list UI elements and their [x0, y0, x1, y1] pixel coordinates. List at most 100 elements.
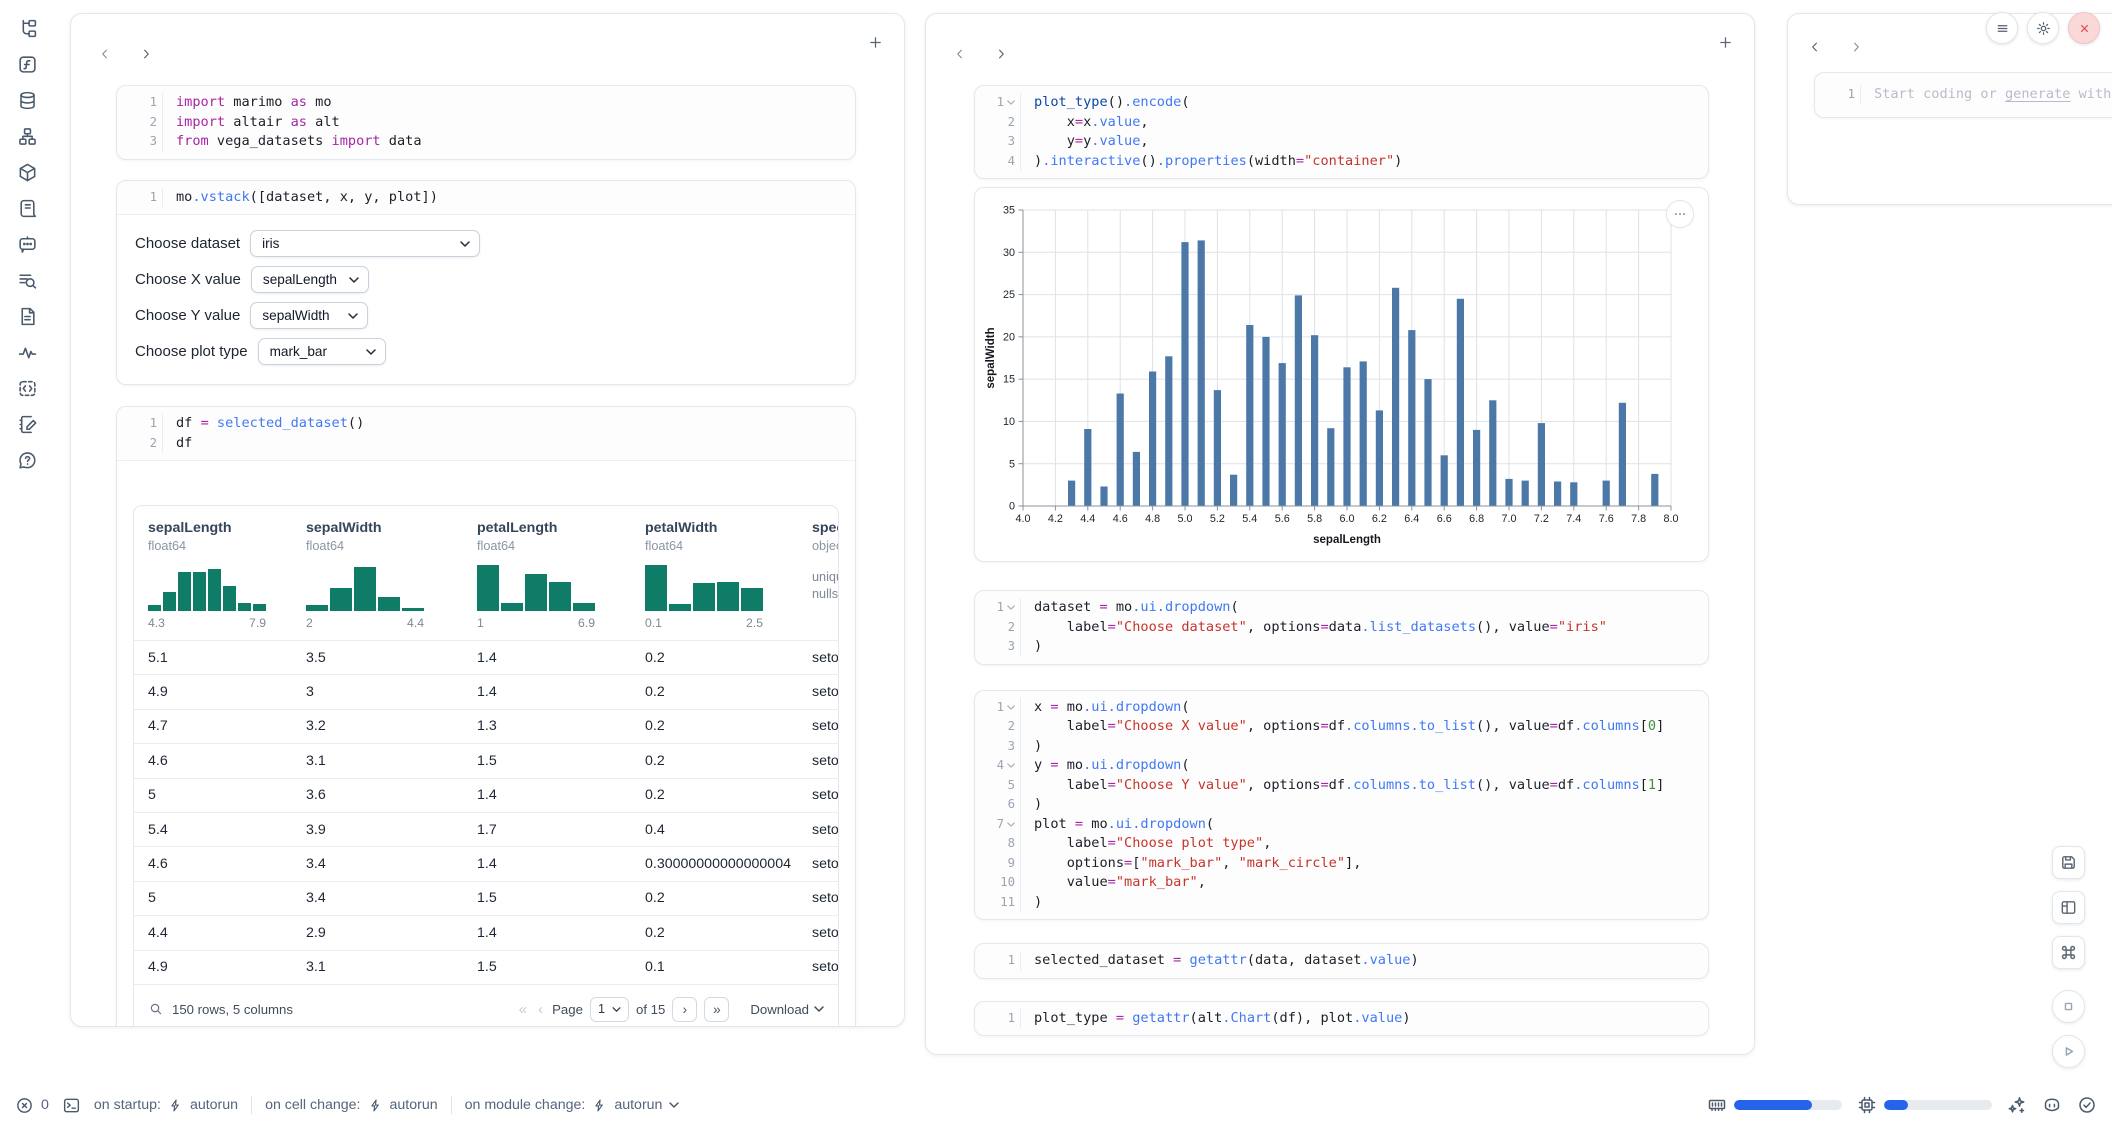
- table-row: 4.931.40.2setosa: [134, 674, 838, 708]
- column-prev-button[interactable]: [1808, 40, 1822, 54]
- dependency-graph-icon: [17, 126, 38, 152]
- cell-editor[interactable]: 1mo.vstack([dataset, x, y, plot]): [117, 181, 855, 215]
- code-line: 3from vega_datasets import data: [117, 132, 855, 152]
- sidebar-item-ai-chat[interactable]: [16, 236, 38, 258]
- next-page-button[interactable]: ›: [672, 997, 697, 1022]
- column-header-species[interactable]: speciesobjectunique:nulls:: [798, 520, 838, 630]
- copilot-button[interactable]: [2042, 1095, 2062, 1115]
- add-cell-button[interactable]: [1717, 34, 1734, 56]
- fold-chevron-icon[interactable]: [1007, 100, 1015, 105]
- fold-chevron-icon[interactable]: [1007, 705, 1015, 710]
- sidebar-item-help[interactable]: [16, 452, 38, 474]
- check-circle-button[interactable]: [2077, 1095, 2097, 1115]
- search-icon[interactable]: [148, 1001, 164, 1017]
- documentation-icon: [17, 306, 38, 332]
- command-button[interactable]: [2052, 936, 2085, 969]
- column-histogram: [148, 565, 266, 611]
- terminal-button[interactable]: [62, 1096, 81, 1115]
- download-button[interactable]: Download: [750, 1002, 824, 1017]
- code-line: 2df: [117, 434, 855, 454]
- autorun-config-2[interactable]: on module change:autorun: [465, 1097, 680, 1113]
- cell-editor[interactable]: 1dataset = mo.ui.dropdown(2 label="Choos…: [975, 591, 1708, 664]
- autorun-config-1[interactable]: on cell change:autorun: [265, 1097, 438, 1113]
- first-page-button[interactable]: «: [517, 1001, 529, 1018]
- sidebar-item-logs[interactable]: [16, 200, 38, 222]
- sidebar-item-dependency-graph[interactable]: [16, 128, 38, 150]
- sidebar-item-functions[interactable]: [16, 56, 38, 78]
- sidebar-item-scratchpad[interactable]: [16, 416, 38, 438]
- cell-editor[interactable]: 1import marimo as mo2import altair as al…: [117, 86, 855, 159]
- table-row: 4.42.91.40.2setosa: [134, 915, 838, 949]
- column-next-button[interactable]: [139, 47, 153, 61]
- cell-editor[interactable]: 1plot_type = getattr(alt.Chart(df), plot…: [975, 1002, 1708, 1036]
- column-prev-button[interactable]: [98, 47, 112, 61]
- page-select[interactable]: 1: [590, 997, 629, 1022]
- dropdown-select[interactable]: mark_bar: [258, 338, 386, 365]
- cpu-icon: [1857, 1095, 1877, 1115]
- close-button[interactable]: [2068, 12, 2100, 44]
- sparkles-icon: [2007, 1095, 2027, 1115]
- fold-chevron-icon[interactable]: [1007, 763, 1015, 768]
- sidebar-item-file-explorer[interactable]: [16, 20, 38, 42]
- line-number: 3: [975, 737, 1021, 757]
- sidebar-item-packages[interactable]: [16, 164, 38, 186]
- cell-editor[interactable]: 1df = selected_dataset()2df: [117, 407, 855, 460]
- run-button[interactable]: [2052, 1035, 2085, 1068]
- prev-page-button[interactable]: ‹: [536, 1001, 545, 1018]
- column-prev-button[interactable]: [953, 47, 967, 61]
- sidebar-item-snippets[interactable]: [16, 380, 38, 402]
- code-line: 8 label="Choose plot type",: [975, 834, 1708, 854]
- column-header-petalWidth[interactable]: petalWidthfloat640.12.5: [631, 520, 798, 630]
- add-cell-button[interactable]: [867, 34, 884, 56]
- last-page-button[interactable]: »: [704, 997, 729, 1022]
- fold-chevron-icon[interactable]: [1007, 605, 1015, 610]
- dropdown-select[interactable]: sepalLength: [251, 266, 369, 293]
- outline-icon: [17, 270, 38, 296]
- stop-button[interactable]: [2052, 990, 2085, 1023]
- cell-editor[interactable]: 1Start coding or generate with: [1815, 73, 2112, 117]
- dropdown-select[interactable]: sepalWidth: [250, 302, 368, 329]
- settings-button[interactable]: [2027, 12, 2059, 44]
- chart-actions-button[interactable]: [1666, 200, 1694, 228]
- column-next-button[interactable]: [994, 47, 1008, 61]
- sidebar-item-data-sources[interactable]: [16, 92, 38, 114]
- sidebar-item-outline[interactable]: [16, 272, 38, 294]
- column-header-petalLength[interactable]: petalLengthfloat6416.9: [463, 520, 631, 630]
- svg-text:30: 30: [1003, 247, 1015, 259]
- code-line: 1plot_type().encode(: [975, 93, 1708, 113]
- cell-editor[interactable]: 1plot_type().encode(2 x=x.value,3 y=y.va…: [975, 86, 1708, 178]
- window-controls: [1986, 12, 2100, 44]
- settings-icon: [2035, 20, 2052, 37]
- menu-button[interactable]: [1986, 12, 2018, 44]
- line-number: 1: [1815, 85, 1861, 105]
- save-button[interactable]: [2052, 846, 2085, 879]
- line-number: 2: [117, 113, 163, 133]
- sparkles-button[interactable]: [2007, 1095, 2027, 1115]
- sidebar-item-documentation[interactable]: [16, 308, 38, 330]
- cpu-usage: [1857, 1095, 1992, 1115]
- cell-editor[interactable]: 1selected_dataset = getattr(data, datase…: [975, 944, 1708, 978]
- error-indicator[interactable]: 0: [15, 1096, 49, 1115]
- dropdown-select[interactable]: iris: [250, 230, 480, 257]
- sidebar-item-tracing[interactable]: [16, 344, 38, 366]
- segment-label: on module change:: [465, 1097, 586, 1113]
- fold-chevron-icon[interactable]: [1007, 822, 1015, 827]
- code-line: 1import marimo as mo: [117, 93, 855, 113]
- altair-chart-output[interactable]: 4.04.24.44.64.85.05.25.45.65.86.06.26.46…: [974, 187, 1709, 562]
- svg-text:6.4: 6.4: [1404, 513, 1419, 525]
- column-next-button[interactable]: [1849, 40, 1863, 54]
- svg-text:6.0: 6.0: [1339, 513, 1354, 525]
- bar-chart[interactable]: 4.04.24.44.64.85.05.25.45.65.86.06.26.46…: [983, 198, 1708, 555]
- svg-text:7.0: 7.0: [1501, 513, 1516, 525]
- code-cell-xy-plot-dropdowns: 1x = mo.ui.dropdown(2 label="Choose X va…: [974, 690, 1709, 921]
- autorun-config-0[interactable]: on startup:autorun: [94, 1097, 238, 1113]
- empty-code-cell[interactable]: 1Start coding or generate with: [1814, 72, 2112, 118]
- cell-editor[interactable]: 1x = mo.ui.dropdown(2 label="Choose X va…: [975, 691, 1708, 920]
- svg-text:20: 20: [1003, 331, 1015, 343]
- column-header-sepalLength[interactable]: sepalLengthfloat644.37.9: [134, 520, 292, 630]
- svg-text:7.6: 7.6: [1599, 513, 1614, 525]
- code-cell-dataframe: 1df = selected_dataset()2df sepalLengthf…: [116, 406, 856, 1027]
- svg-text:5.4: 5.4: [1242, 513, 1257, 525]
- layout-button[interactable]: [2052, 891, 2085, 924]
- column-header-sepalWidth[interactable]: sepalWidthfloat6424.4: [292, 520, 463, 630]
